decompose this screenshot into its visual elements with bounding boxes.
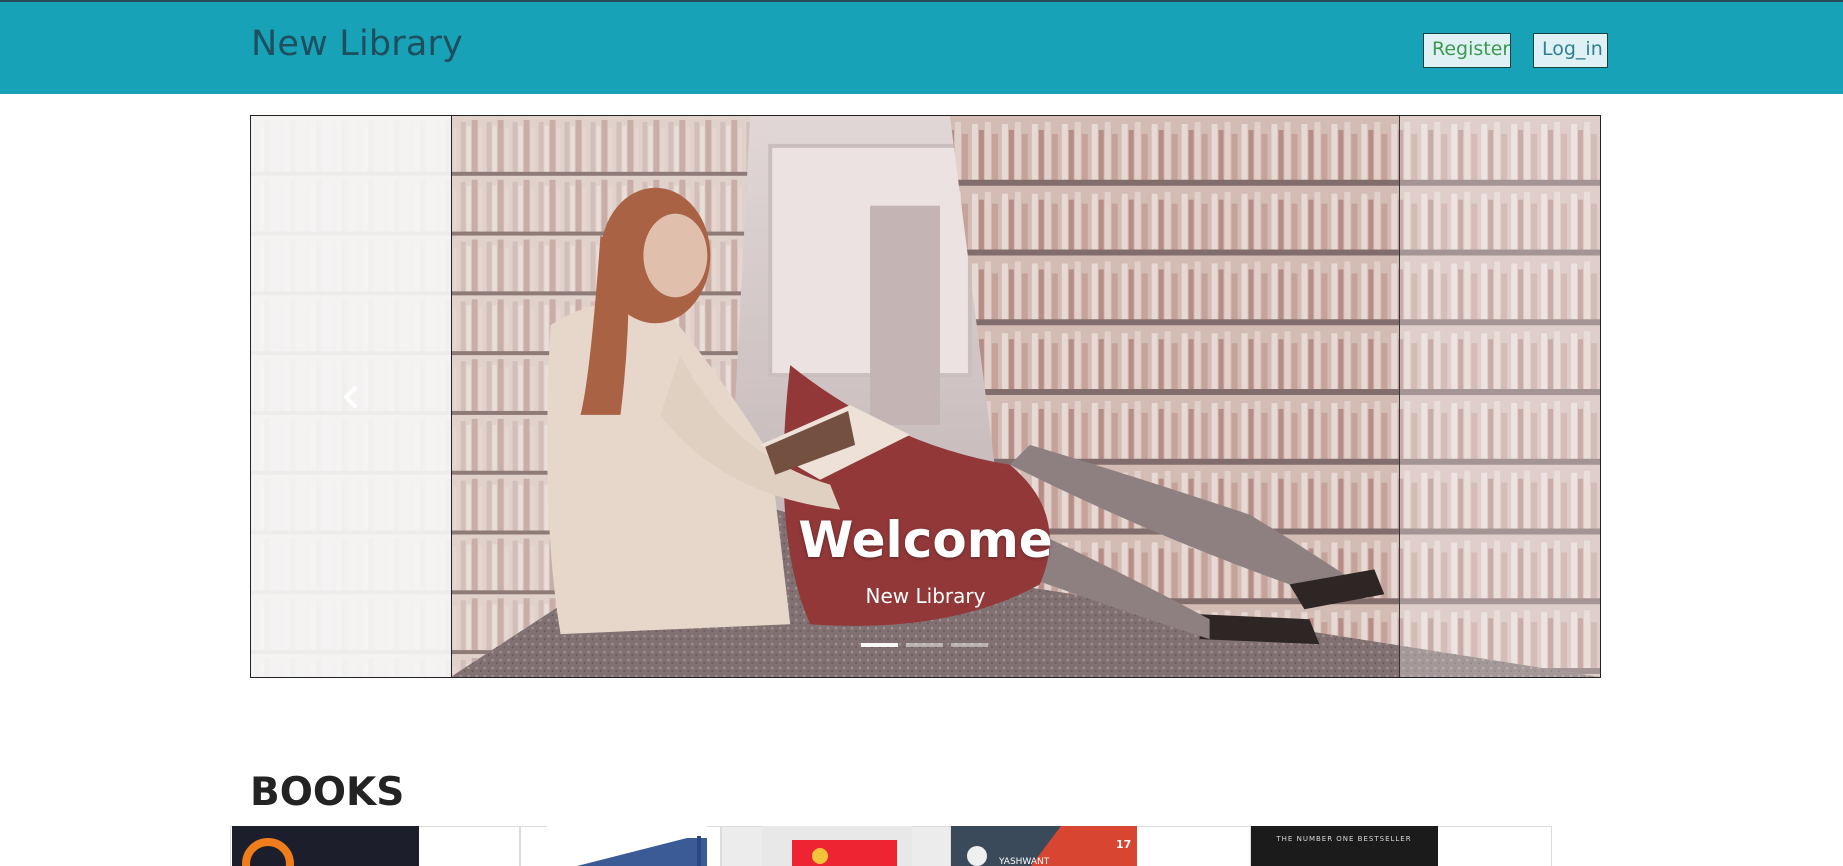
cover-text-bestseller: THE NUMBER ONE BESTSELLER — [1275, 835, 1411, 843]
book-cover-blue[interactable] — [547, 826, 707, 866]
carousel-indicator-3[interactable] — [951, 643, 988, 647]
carousel-indicators — [861, 643, 988, 647]
carousel-indicator-1[interactable] — [861, 643, 898, 647]
book-cover-red-badge[interactable] — [762, 826, 912, 866]
cover-text-yashwant: YASHWANT — [998, 857, 1050, 866]
carousel-indicator-2[interactable] — [906, 643, 943, 647]
slide-title: Welcome — [798, 511, 1053, 569]
svg-text:17: 17 — [1116, 838, 1131, 851]
brand-title[interactable]: New Library — [251, 24, 463, 64]
chevron-left-icon — [344, 386, 357, 408]
login-button[interactable]: Log_in — [1533, 33, 1608, 68]
books-row: YASHWANT 17 THE NUMBER ONE BESTSELLER — [230, 826, 1552, 866]
book-cover-orange-circle[interactable] — [232, 826, 419, 866]
register-button[interactable]: Register — [1423, 33, 1511, 68]
slide-subtitle: New Library — [865, 584, 986, 608]
book-cover-yashwant[interactable]: YASHWANT 17 — [951, 826, 1137, 866]
book-cover-bestseller[interactable]: THE NUMBER ONE BESTSELLER — [1251, 826, 1438, 866]
books-heading: BOOKS — [250, 770, 405, 815]
top-navbar: New Library Register Log_in — [0, 0, 1843, 94]
hero-carousel: Welcome New Library — [250, 115, 1601, 678]
